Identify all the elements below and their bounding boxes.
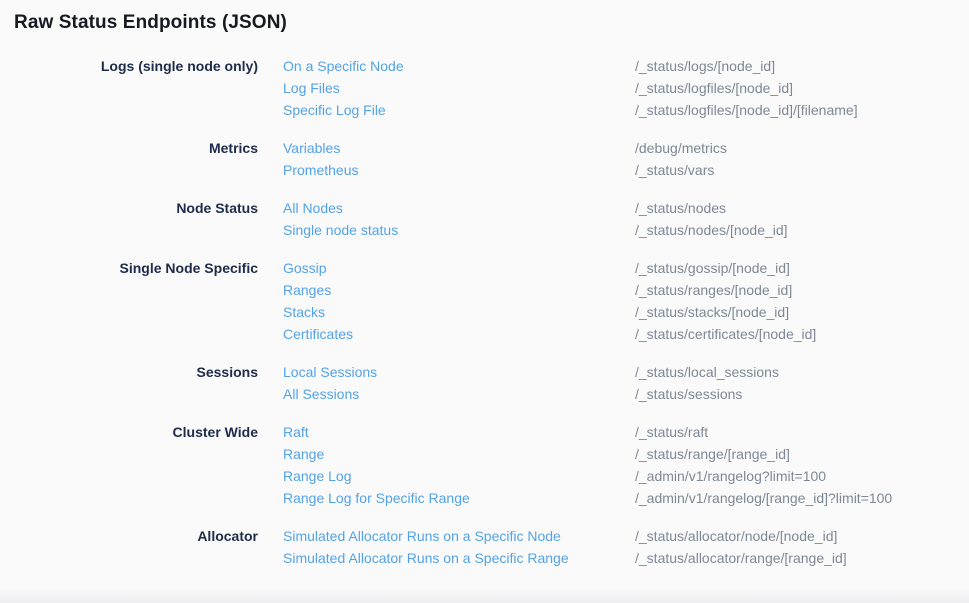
endpoint-path: /_status/raft	[635, 421, 708, 443]
page-title: Raw Status Endpoints (JSON)	[14, 12, 287, 34]
endpoint-link[interactable]: All Sessions	[283, 383, 635, 405]
endpoint-link[interactable]: Single node status	[283, 219, 635, 241]
category-label: Single Node Specific	[0, 257, 258, 279]
endpoint-row: Variables/debug/metrics	[283, 137, 727, 159]
endpoint-row: Ranges/_status/ranges/[node_id]	[283, 279, 816, 301]
endpoint-path: /_status/nodes/[node_id]	[635, 219, 788, 241]
endpoint-path: /_status/ranges/[node_id]	[635, 279, 792, 301]
endpoint-group: Sessions Local Sessions/_status/local_ses…	[0, 361, 969, 405]
endpoint-row: Simulated Allocator Runs on a Specific N…	[283, 525, 847, 547]
endpoint-link[interactable]: Range Log for Specific Range	[283, 487, 635, 509]
endpoint-path: /_status/logfiles/[node_id]	[635, 77, 793, 99]
endpoint-link[interactable]: Ranges	[283, 279, 635, 301]
endpoint-group: Allocator Simulated Allocator Runs on a S…	[0, 525, 969, 569]
endpoint-path: /_status/allocator/node/[node_id]	[635, 525, 837, 547]
endpoint-row: Stacks/_status/stacks/[node_id]	[283, 301, 816, 323]
endpoint-link[interactable]: Log Files	[283, 77, 635, 99]
endpoint-row: Single node status/_status/nodes/[node_i…	[283, 219, 788, 241]
endpoint-row: Certificates/_status/certificates/[node_…	[283, 323, 816, 345]
endpoint-row: Range Log/_admin/v1/rangelog?limit=100	[283, 465, 892, 487]
endpoint-link[interactable]: Simulated Allocator Runs on a Specific N…	[283, 525, 635, 547]
endpoint-link[interactable]: Range Log	[283, 465, 635, 487]
endpoint-path: /_status/certificates/[node_id]	[635, 323, 816, 345]
endpoint-rows: Variables/debug/metricsPrometheus/_statu…	[283, 137, 727, 181]
endpoint-row: Prometheus/_status/vars	[283, 159, 727, 181]
endpoint-link[interactable]: On a Specific Node	[283, 55, 635, 77]
endpoint-path: /_status/vars	[635, 159, 714, 181]
endpoint-row: Simulated Allocator Runs on a Specific R…	[283, 547, 847, 569]
endpoint-group: Single Node Specific Gossip/_status/gossi…	[0, 257, 969, 345]
endpoint-path: /_status/nodes	[635, 197, 726, 219]
endpoint-link[interactable]: Range	[283, 443, 635, 465]
category-label: Logs (single node only)	[0, 55, 258, 77]
endpoint-row: Local Sessions/_status/local_sessions	[283, 361, 779, 383]
endpoint-path: /_status/stacks/[node_id]	[635, 301, 789, 323]
endpoint-row: Gossip/_status/gossip/[node_id]	[283, 257, 816, 279]
endpoint-row: All Nodes/_status/nodes	[283, 197, 788, 219]
endpoint-link[interactable]: Local Sessions	[283, 361, 635, 383]
endpoint-row: Log Files/_status/logfiles/[node_id]	[283, 77, 858, 99]
category-label: Cluster Wide	[0, 421, 258, 443]
endpoint-link[interactable]: Simulated Allocator Runs on a Specific R…	[283, 547, 635, 569]
category-label: Node Status	[0, 197, 258, 219]
endpoint-link[interactable]: Gossip	[283, 257, 635, 279]
endpoint-row: All Sessions/_status/sessions	[283, 383, 779, 405]
endpoint-link[interactable]: Specific Log File	[283, 99, 635, 121]
endpoint-path: /_status/sessions	[635, 383, 742, 405]
endpoint-row: Range Log for Specific Range/_admin/v1/r…	[283, 487, 892, 509]
endpoint-path: /_status/logs/[node_id]	[635, 55, 775, 77]
endpoint-link[interactable]: Stacks	[283, 301, 635, 323]
endpoint-link[interactable]: Variables	[283, 137, 635, 159]
endpoint-row: Range/_status/range/[range_id]	[283, 443, 892, 465]
endpoint-group: Logs (single node only) On a Specific Nod…	[0, 55, 969, 121]
endpoint-rows: Raft/_status/raftRange/_status/range/[ra…	[283, 421, 892, 509]
endpoint-path: /_status/local_sessions	[635, 361, 779, 383]
endpoint-rows: Simulated Allocator Runs on a Specific N…	[283, 525, 847, 569]
bottom-edge-shade	[0, 589, 969, 603]
category-label: Allocator	[0, 525, 258, 547]
endpoint-link[interactable]: All Nodes	[283, 197, 635, 219]
endpoint-table: Logs (single node only) On a Specific Nod…	[0, 55, 969, 585]
endpoint-group: Node Status All Nodes/_status/nodesSingle…	[0, 197, 969, 241]
endpoint-path: /_status/range/[range_id]	[635, 443, 790, 465]
endpoint-path: /debug/metrics	[635, 137, 727, 159]
endpoint-row: On a Specific Node/_status/logs/[node_id…	[283, 55, 858, 77]
endpoint-row: Specific Log File/_status/logfiles/[node…	[283, 99, 858, 121]
endpoint-path: /_admin/v1/rangelog?limit=100	[635, 465, 826, 487]
endpoint-rows: Gossip/_status/gossip/[node_id]Ranges/_s…	[283, 257, 816, 345]
endpoint-path: /_status/logfiles/[node_id]/[filename]	[635, 99, 858, 121]
endpoint-path: /_admin/v1/rangelog/[range_id]?limit=100	[635, 487, 892, 509]
endpoint-path: /_status/gossip/[node_id]	[635, 257, 790, 279]
endpoint-group: Cluster Wide Raft/_status/raftRange/_stat…	[0, 421, 969, 509]
endpoint-rows: All Nodes/_status/nodesSingle node statu…	[283, 197, 788, 241]
endpoint-link[interactable]: Raft	[283, 421, 635, 443]
endpoint-rows: On a Specific Node/_status/logs/[node_id…	[283, 55, 858, 121]
endpoint-link[interactable]: Prometheus	[283, 159, 635, 181]
category-label: Sessions	[0, 361, 258, 383]
endpoint-row: Raft/_status/raft	[283, 421, 892, 443]
category-label: Metrics	[0, 137, 258, 159]
endpoint-link[interactable]: Certificates	[283, 323, 635, 345]
endpoint-path: /_status/allocator/range/[range_id]	[635, 547, 847, 569]
endpoint-rows: Local Sessions/_status/local_sessionsAll…	[283, 361, 779, 405]
endpoint-group: Metrics Variables/debug/metricsPrometheus…	[0, 137, 969, 181]
